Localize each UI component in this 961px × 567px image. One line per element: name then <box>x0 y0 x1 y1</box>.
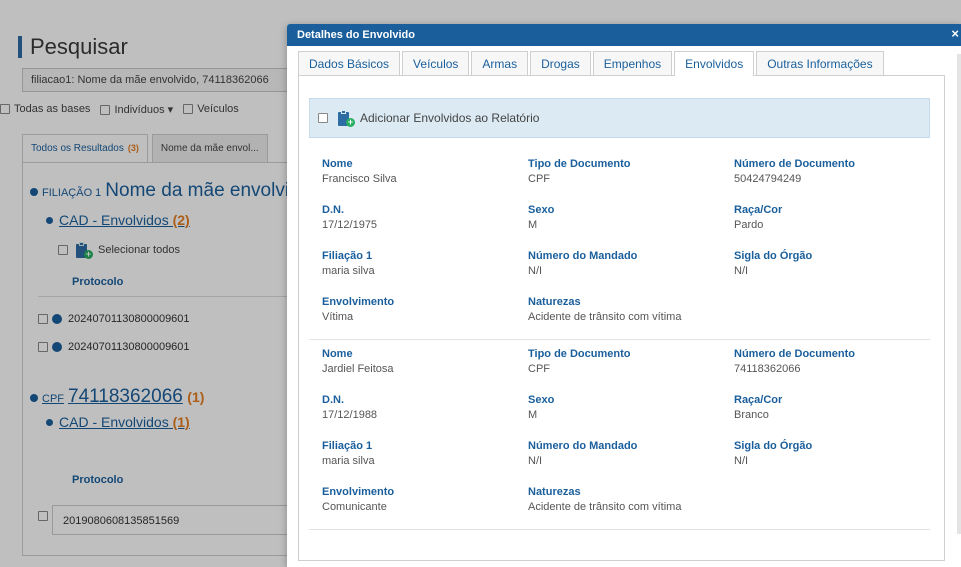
field-dn: D.N. 17/12/1975 <box>322 204 522 231</box>
field-numero-mandado: Número do Mandado N/I <box>528 440 728 467</box>
field-label: Número de Documento <box>734 158 856 170</box>
field-numero-mandado: Número do Mandado N/I <box>528 250 728 277</box>
field-label: Filiação 1 <box>322 440 373 452</box>
field-label: Raça/Cor <box>734 394 783 406</box>
field-filiacao: Filiação 1 maria silva <box>322 250 522 277</box>
details-modal: Detalhes do Envolvido × Dados Básicos Ve… <box>287 24 961 567</box>
tab-dados-basicos[interactable]: Dados Básicos <box>298 51 401 75</box>
field-filiacao: Filiação 1 maria silva <box>322 440 522 467</box>
field-label: Sigla do Órgão <box>734 440 813 452</box>
field-label: Número de Documento <box>734 348 856 360</box>
field-value: M <box>528 409 538 421</box>
modal-title: Detalhes do Envolvido <box>297 29 415 41</box>
field-value: maria silva <box>322 265 375 277</box>
tab-envolvidos[interactable]: Envolvidos <box>674 51 755 76</box>
field-value: 17/12/1988 <box>322 409 378 421</box>
field-naturezas: Naturezas Acidente de trânsito com vítima <box>528 296 728 323</box>
field-label: Naturezas <box>528 486 581 498</box>
field-sigla-orgao: Sigla do Órgão N/I <box>734 440 934 467</box>
record-divider <box>309 529 930 530</box>
field-nome: Nome Francisco Silva <box>322 158 522 185</box>
field-label: D.N. <box>322 204 344 216</box>
close-icon[interactable]: × <box>951 26 959 41</box>
field-value: maria silva <box>322 455 375 467</box>
field-nome: Nome Jardiel Feitosa <box>322 348 522 375</box>
scrollbar[interactable] <box>957 54 961 534</box>
field-value: Acidente de trânsito com vítima <box>528 311 682 323</box>
field-value: Pardo <box>734 219 764 231</box>
field-tipo-documento: Tipo de Documento CPF <box>528 158 728 185</box>
field-naturezas: Naturezas Acidente de trânsito com vítima <box>528 486 728 513</box>
field-label: Nome <box>322 158 353 170</box>
add-to-report-label: Adicionar Envolvidos ao Relatório <box>360 111 540 125</box>
field-value: CPF <box>528 363 550 375</box>
tab-veiculos[interactable]: Veículos <box>402 51 470 75</box>
field-envolvimento: Envolvimento Comunicante <box>322 486 522 513</box>
field-value: 74118362066 <box>734 363 801 375</box>
field-label: Envolvimento <box>322 486 395 498</box>
field-label: Raça/Cor <box>734 204 783 216</box>
field-raca-cor: Raça/Cor Branco <box>734 394 934 421</box>
field-value: Vítima <box>322 311 354 323</box>
tab-empenhos[interactable]: Empenhos <box>592 51 673 75</box>
add-to-report-bar[interactable]: + Adicionar Envolvidos ao Relatório <box>309 98 930 138</box>
field-label: Sexo <box>528 204 555 216</box>
field-value: 50424794249 <box>734 173 802 185</box>
field-label: Sigla do Órgão <box>734 250 813 262</box>
field-sexo: Sexo M <box>528 394 728 421</box>
field-dn: D.N. 17/12/1988 <box>322 394 522 421</box>
field-tipo-documento: Tipo de Documento CPF <box>528 348 728 375</box>
field-value: Comunicante <box>322 501 387 513</box>
modal-header: Detalhes do Envolvido × <box>287 24 961 46</box>
field-label: Naturezas <box>528 296 581 308</box>
field-numero-documento: Número de Documento 74118362066 <box>734 348 934 375</box>
clipboard-add-icon: + <box>338 110 355 127</box>
field-value: Branco <box>734 409 769 421</box>
field-raca-cor: Raça/Cor Pardo <box>734 204 934 231</box>
field-envolvimento: Envolvimento Vítima <box>322 296 522 323</box>
modal-tabs: Dados Básicos Veículos Armas Drogas Empe… <box>298 51 886 76</box>
field-value: Francisco Silva <box>322 173 397 185</box>
record-divider <box>309 339 930 340</box>
field-value: N/I <box>734 265 749 277</box>
field-value: Acidente de trânsito com vítima <box>528 501 682 513</box>
field-label: Tipo de Documento <box>528 158 631 170</box>
field-numero-documento: Número de Documento 50424794249 <box>734 158 934 185</box>
field-label: Sexo <box>528 394 555 406</box>
field-value: CPF <box>528 173 550 185</box>
field-label: Envolvimento <box>322 296 395 308</box>
field-sigla-orgao: Sigla do Órgão N/I <box>734 250 934 277</box>
tab-outras-informacoes[interactable]: Outras Informações <box>756 51 884 75</box>
field-label: D.N. <box>322 394 344 406</box>
field-label: Número do Mandado <box>528 250 638 262</box>
checkbox[interactable] <box>318 113 328 123</box>
field-value: 17/12/1975 <box>322 219 378 231</box>
field-label: Tipo de Documento <box>528 348 631 360</box>
field-value: N/I <box>528 455 543 467</box>
field-sexo: Sexo M <box>528 204 728 231</box>
field-value: Jardiel Feitosa <box>322 363 394 375</box>
field-label: Nome <box>322 348 353 360</box>
tab-armas[interactable]: Armas <box>471 51 529 75</box>
field-value: M <box>528 219 538 231</box>
field-label: Número do Mandado <box>528 440 638 452</box>
tab-drogas[interactable]: Drogas <box>530 51 591 75</box>
field-label: Filiação 1 <box>322 250 373 262</box>
field-value: N/I <box>528 265 543 277</box>
field-value: N/I <box>734 455 749 467</box>
